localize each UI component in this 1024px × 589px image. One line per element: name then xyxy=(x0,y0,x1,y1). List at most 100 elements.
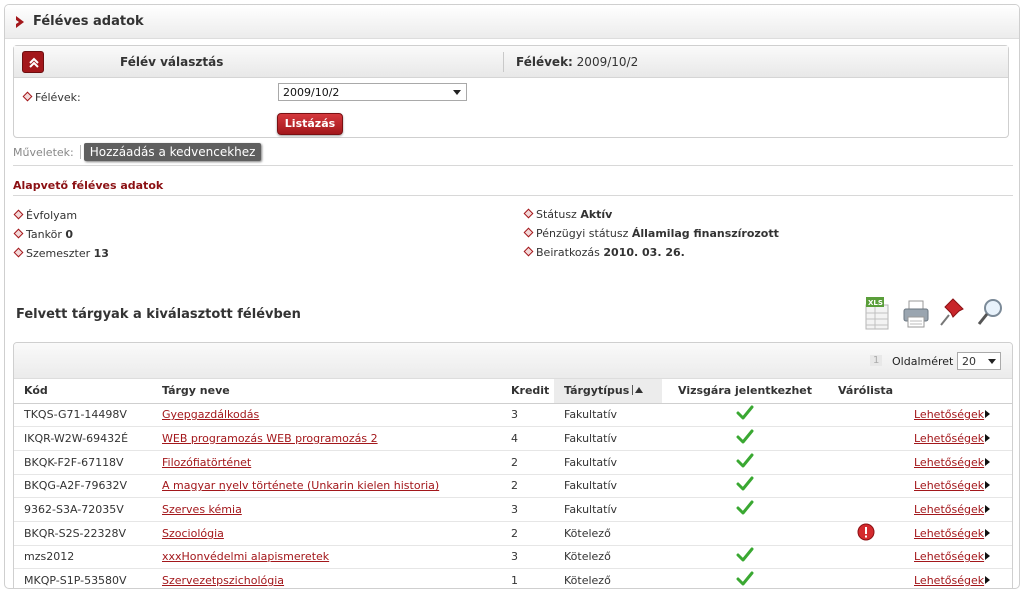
options-link[interactable]: Lehetőségek xyxy=(914,550,990,563)
info-semester: Szemeszter 13 xyxy=(13,247,109,260)
table-row: IKQR-W2W-69432É WEB programozás WEB progr… xyxy=(14,426,1012,451)
cell-exam xyxy=(662,450,828,475)
cell-name: Gyepgazdálkodás xyxy=(152,403,501,428)
cell-name: Szervezetpszichológia xyxy=(152,568,501,588)
operations-label: Műveletek: xyxy=(13,145,74,159)
info-year-label: Évfolyam xyxy=(26,209,78,222)
semester-selector: Félév választás Félévek: 2009/10/2 Félév… xyxy=(13,45,1009,138)
cell-type: Fakultatív xyxy=(554,450,662,475)
cell-options: Lehetőségek xyxy=(904,450,1012,475)
cell-waitlist xyxy=(828,474,904,499)
column-header-name[interactable]: Tárgy neve xyxy=(152,379,501,404)
checkmark-icon xyxy=(736,500,754,515)
table-row: BKQG-A2F-79632V A magyar nyelv története … xyxy=(14,474,1012,499)
chevron-right-icon xyxy=(16,15,24,28)
divider xyxy=(13,165,1013,166)
cell-credit: 4 xyxy=(501,426,554,451)
main-panel: Féléves adatok Félév választás Félévek: … xyxy=(4,4,1020,589)
collapse-button[interactable] xyxy=(22,51,44,73)
search-icon[interactable] xyxy=(975,295,1005,331)
cell-waitlist xyxy=(828,426,904,451)
pagination-bar: 1 Oldalméret 20 xyxy=(14,343,1012,379)
svg-text:XLS: XLS xyxy=(868,299,883,307)
list-button[interactable]: Listázás xyxy=(277,113,343,135)
cell-type: Fakultatív xyxy=(554,426,662,451)
options-link[interactable]: Lehetőségek xyxy=(914,479,990,492)
pin-icon[interactable] xyxy=(937,295,967,331)
print-icon[interactable] xyxy=(901,295,931,331)
subjects-table: Kód Tárgy neve Kredit Tárgytípus Vizsgár… xyxy=(14,379,1012,588)
subject-link[interactable]: Gyepgazdálkodás xyxy=(162,408,259,421)
subject-link[interactable]: xxxHonvédelmi alapismeretek xyxy=(162,550,329,563)
cell-credit: 2 xyxy=(501,474,554,499)
cell-waitlist xyxy=(828,521,904,546)
cell-exam xyxy=(662,521,828,546)
info-financial: Pénzügyi státusz Államilag finanszírozot… xyxy=(523,227,779,240)
subject-link[interactable]: Szervezetpszichológia xyxy=(162,574,284,587)
cell-name: xxxHonvédelmi alapismeretek xyxy=(152,545,501,570)
semester-selector-label: Félév választás xyxy=(120,55,224,69)
subject-link[interactable]: Szociológia xyxy=(162,527,224,540)
info-status: Státusz Aktív xyxy=(523,208,612,221)
cell-type: Fakultatív xyxy=(554,403,662,428)
dropdown-arrow-icon xyxy=(988,359,996,364)
cell-code: mzs2012 xyxy=(14,545,152,570)
options-link[interactable]: Lehetőségek xyxy=(914,408,990,421)
checkmark-icon xyxy=(736,571,754,586)
cell-waitlist xyxy=(828,403,904,428)
options-link[interactable]: Lehetőségek xyxy=(914,503,990,516)
options-link[interactable]: Lehetőségek xyxy=(914,456,990,469)
diamond-bullet-icon xyxy=(13,228,24,239)
options-link[interactable]: Lehetőségek xyxy=(914,432,990,445)
info-group-value: 0 xyxy=(65,228,73,241)
subject-link[interactable]: Filozófiatörténet xyxy=(162,456,251,469)
cell-credit: 3 xyxy=(501,497,554,522)
page-number[interactable]: 1 xyxy=(870,355,883,366)
add-to-favorites-button[interactable]: Hozzáadás a kedvencekhez xyxy=(83,143,262,161)
cell-type: Kötelező xyxy=(554,545,662,570)
cell-type: Kötelező xyxy=(554,521,662,546)
subject-link[interactable]: WEB programozás WEB programozás 2 xyxy=(162,432,378,445)
semester-field-text: Félévek: xyxy=(35,91,81,104)
cell-exam xyxy=(662,426,828,451)
divider xyxy=(13,195,1013,196)
diamond-bullet-icon xyxy=(523,227,534,238)
cell-credit: 3 xyxy=(501,545,554,570)
subject-link[interactable]: Szerves kémia xyxy=(162,503,242,516)
column-header-credit[interactable]: Kredit xyxy=(501,379,554,404)
page-size-select[interactable]: 20 xyxy=(957,352,1001,370)
cell-exam xyxy=(662,545,828,570)
column-header-exam[interactable]: Vizsgára jelentkezhet xyxy=(662,379,828,404)
options-link[interactable]: Lehetőségek xyxy=(914,527,990,540)
subject-link[interactable]: A magyar nyelv története (Unkarin kielen… xyxy=(162,479,439,492)
column-header-waitlist[interactable]: Várólista xyxy=(828,379,904,404)
cell-code: TKQS-G71-14498V xyxy=(14,403,152,428)
column-header-code[interactable]: Kód xyxy=(14,379,152,404)
table-body: TKQS-G71-14498V Gyepgazdálkodás 3 Fakultatí… xyxy=(14,403,1012,588)
table-row: MKQP-S1P-53580V Szervezetpszichológia 1 Köt… xyxy=(14,568,1012,588)
cell-name: Szerves kémia xyxy=(152,497,501,522)
info-enrollment-value: 2010. 03. 26. xyxy=(603,246,685,259)
cell-name: Filozófiatörténet xyxy=(152,450,501,475)
semester-select[interactable]: 2009/10/2 xyxy=(278,83,467,101)
warning-icon xyxy=(857,523,875,541)
cell-code: BKQK-F2F-67118V xyxy=(14,450,152,475)
page-size-label: Oldalméret xyxy=(892,355,954,368)
cell-name: Szociológia xyxy=(152,521,501,546)
cell-exam xyxy=(662,474,828,499)
column-header-options xyxy=(904,379,1012,404)
diamond-bullet-icon xyxy=(523,208,534,219)
cell-options: Lehetőségek xyxy=(904,497,1012,522)
sort-ascending-icon[interactable] xyxy=(632,385,644,396)
column-header-type[interactable]: Tárgytípus xyxy=(554,379,662,404)
info-enrollment-label: Beiratkozás xyxy=(536,246,600,259)
options-link[interactable]: Lehetőségek xyxy=(914,574,990,587)
xls-export-icon[interactable]: XLS xyxy=(863,295,893,331)
cell-code: IKQR-W2W-69432É xyxy=(14,426,152,451)
cell-type: Kötelező xyxy=(554,568,662,588)
dropdown-arrow-icon xyxy=(453,90,461,95)
cell-code: MKQP-S1P-53580V xyxy=(14,568,152,588)
operations-bar: Műveletek: Hozzáadás a kedvencekhez xyxy=(13,142,262,162)
info-semester-value: 13 xyxy=(93,247,109,260)
current-semester-value: 2009/10/2 xyxy=(576,55,639,69)
